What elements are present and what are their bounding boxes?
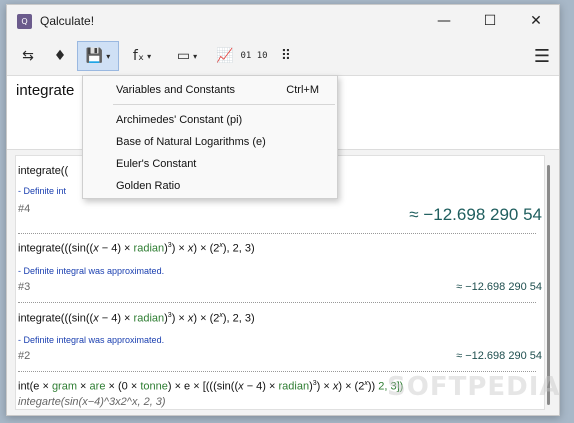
history-note: - Definite int: [18, 186, 67, 196]
minimize-button[interactable]: —: [421, 5, 467, 37]
keypad-button[interactable]: ⠿: [273, 41, 299, 71]
history-result[interactable]: ≈ −12.698 290 54: [456, 281, 542, 293]
expr-unit: are: [89, 380, 106, 393]
expr-part: ) × e × [(((sin((: [167, 380, 239, 393]
expr-unit: tonne: [140, 380, 168, 393]
menu-item-e[interactable]: Base of Natural Logarithms (e): [116, 136, 266, 148]
save-icon: 💾: [85, 48, 104, 64]
expr-part: ) × (2: [338, 380, 365, 393]
expr-unit: radian: [133, 312, 165, 325]
units-button[interactable]: ▭ ▾: [165, 41, 209, 71]
expr-unit: radian: [133, 242, 165, 255]
close-button[interactable]: ✕: [513, 5, 559, 37]
history-scrollbar[interactable]: [547, 165, 550, 405]
chevron-down-icon: ▾: [193, 51, 198, 61]
menu-item-golden-ratio[interactable]: Golden Ratio: [116, 180, 180, 192]
variables-dropdown-menu: Variables and Constants Ctrl+M Archimede…: [82, 75, 338, 199]
expr-unit: gram: [51, 380, 77, 393]
expr-part: integrate(((sin((: [18, 242, 94, 255]
store-button[interactable]: ♦: [45, 41, 75, 71]
expr-part: ), 2, 3): [222, 242, 255, 255]
menu-shortcut-variables: Ctrl+M: [286, 84, 319, 96]
expr-part: × (0 ×: [105, 380, 141, 393]
chevron-down-icon: ▾: [106, 51, 111, 61]
menu-item-euler[interactable]: Euler's Constant: [116, 158, 196, 170]
mode-button[interactable]: ⇆: [13, 41, 43, 71]
history-input-text: integarte(sin(x−4)^3x2^x, 2, 3): [18, 396, 166, 408]
expr-part: − 4) ×: [98, 242, 134, 255]
history-expression: integrate((: [18, 165, 69, 177]
maximize-button[interactable]: ☐: [467, 5, 513, 37]
history-expression: integrate(((sin((x − 4) × radian)3) × x)…: [18, 312, 255, 325]
binary-icon: 01 10: [240, 50, 268, 61]
expr-part: ) × (2: [193, 312, 220, 325]
history-index: #3: [18, 281, 31, 293]
window-title: Qalculate!: [40, 14, 95, 28]
expression-text: integrate: [16, 82, 75, 99]
chevron-down-icon: ▾: [147, 51, 152, 61]
title-bar[interactable]: Q Qalculate! — ☐ ✕: [7, 5, 559, 37]
plot-button[interactable]: 📈: [211, 41, 239, 71]
functions-button[interactable]: fₓ ▾: [122, 41, 162, 71]
expr-part: ) × (2: [193, 242, 220, 255]
main-window: Q Qalculate! — ☐ ✕ ⇆ ♦ 💾 ▾ fₓ ▾ ▭ ▾ 📈 01…: [6, 4, 560, 416]
menu-separator: [113, 104, 335, 105]
number-bases-button[interactable]: 01 10: [239, 41, 269, 71]
history-note: - Definite integral was approximated.: [18, 266, 165, 276]
expr-unit: radian: [278, 380, 310, 393]
history-index: #4: [18, 203, 31, 215]
save-variables-button[interactable]: 💾 ▾: [77, 41, 119, 71]
function-icon: fₓ: [132, 48, 145, 64]
sliders-icon: ⇆: [22, 48, 34, 64]
history-expression: int(e × gram × are × (0 × tonne) × e × […: [18, 380, 403, 393]
history-separator: [18, 302, 536, 303]
expr-part: )): [367, 380, 379, 393]
history-result[interactable]: ≈ −12.698 290 54: [456, 350, 542, 362]
expr-part: integrate(((sin((: [18, 312, 94, 325]
hamburger-menu-icon: ☰: [533, 45, 551, 67]
qalculate-app-icon: Q: [17, 14, 32, 29]
expr-part: ) ×: [171, 242, 188, 255]
main-menu-button[interactable]: ☰: [529, 41, 555, 71]
expr-part: − 4) ×: [243, 380, 279, 393]
expr-part: ) ×: [316, 380, 333, 393]
menu-item-variables-and-constants[interactable]: Variables and Constants: [116, 84, 235, 96]
toolbar: ⇆ ♦ 💾 ▾ fₓ ▾ ▭ ▾ 📈 01 10 ⠿ ☰: [7, 37, 559, 75]
expr-part: int(e ×: [18, 380, 52, 393]
plot-chart-icon: 📈: [216, 48, 234, 64]
history-result[interactable]: ≈ −12.698 290 54: [409, 205, 542, 225]
softpedia-watermark: SOFTPEDIA: [387, 372, 560, 402]
expr-part: ) ×: [171, 312, 188, 325]
expr-part: − 4) ×: [98, 312, 134, 325]
history-index: #2: [18, 350, 31, 362]
menu-item-pi[interactable]: Archimedes' Constant (pi): [116, 114, 242, 126]
ruler-icon: ▭: [176, 48, 191, 64]
keypad-grid-icon: ⠿: [280, 48, 292, 64]
history-note: - Definite integral was approximated.: [18, 335, 165, 345]
expr-part: ×: [77, 380, 90, 393]
store-arrow-icon: ♦: [53, 48, 67, 64]
expr-part: ), 2, 3): [222, 312, 255, 325]
history-separator: [18, 233, 536, 234]
history-expression: integrate(((sin((x − 4) × radian)3) × x)…: [18, 242, 255, 255]
